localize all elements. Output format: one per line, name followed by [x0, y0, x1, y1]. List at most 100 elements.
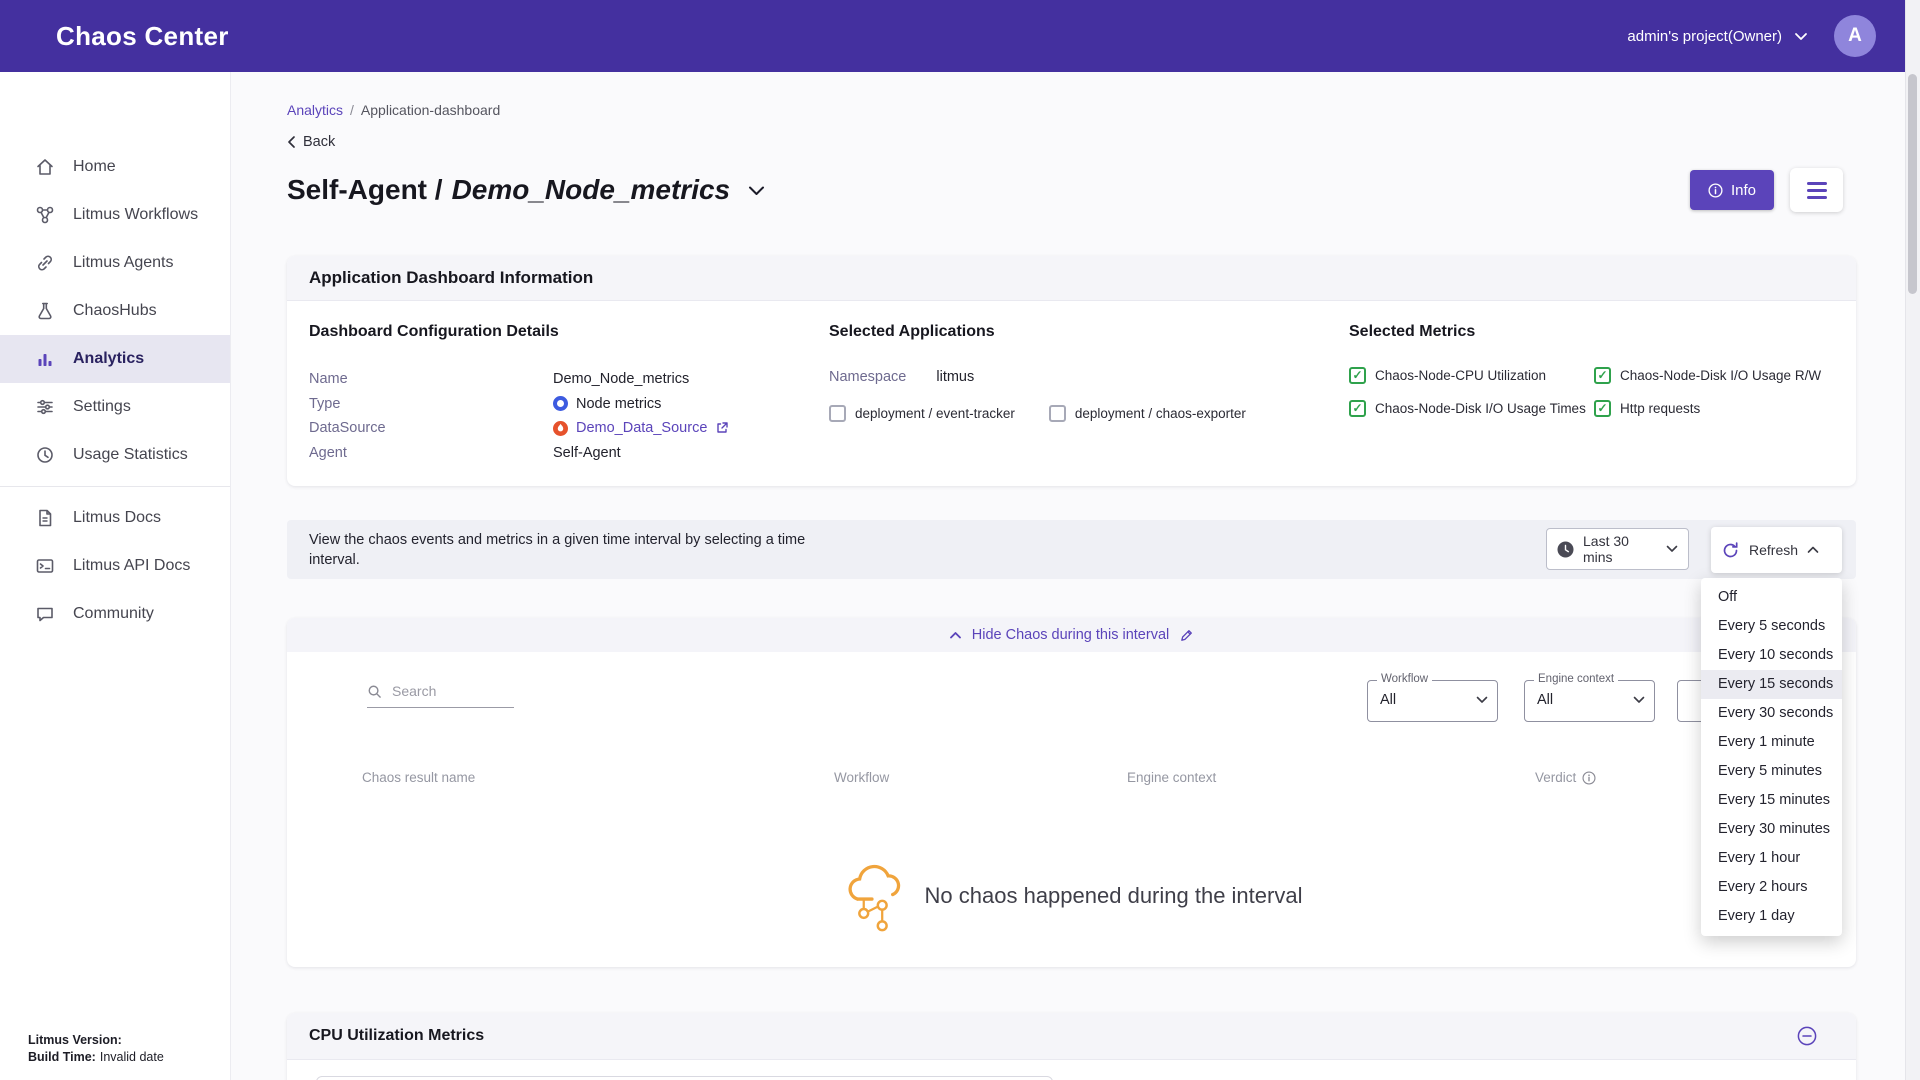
- metrics-heading: Selected Metrics: [1349, 323, 1856, 341]
- datasource-link[interactable]: Demo_Data_Source: [576, 416, 707, 441]
- metric-checkbox-disk-io-times[interactable]: Chaos-Node-Disk I/O Usage Times: [1349, 400, 1594, 417]
- dashboard-switcher-chevron-icon[interactable]: [748, 185, 765, 196]
- time-range-select[interactable]: Last 30 mins: [1546, 528, 1689, 570]
- back-button[interactable]: Back: [287, 134, 335, 150]
- refresh-option-2h[interactable]: Every 2 hours: [1701, 873, 1842, 902]
- workflows-icon: [34, 204, 56, 226]
- metric-checkbox-http-requests[interactable]: Http requests: [1594, 400, 1856, 417]
- filter-value: All: [1537, 692, 1553, 708]
- config-value: Self-Agent: [553, 441, 621, 466]
- checkbox-checked-icon[interactable]: [1349, 400, 1366, 417]
- time-range-value: Last 30 mins: [1583, 533, 1657, 565]
- sidebar-item-litmus-api-docs[interactable]: Litmus API Docs: [0, 542, 230, 590]
- sidebar-item-label: Litmus API Docs: [73, 557, 190, 575]
- sidebar-item-label: Usage Statistics: [73, 446, 188, 464]
- chevron-down-icon: [1476, 696, 1488, 704]
- checkbox-label: Chaos-Node-Disk I/O Usage R/W: [1620, 368, 1821, 383]
- checkbox-checked-icon[interactable]: [1594, 400, 1611, 417]
- applications-heading: Selected Applications: [829, 323, 1349, 341]
- sidebar-item-chaoshubs[interactable]: ChaosHubs: [0, 287, 230, 335]
- dashboard-name: Demo_Node_metrics: [452, 174, 731, 206]
- dashboard-info-title: Application Dashboard Information: [287, 256, 1856, 301]
- app-title: Chaos Center: [56, 21, 229, 52]
- external-link-icon[interactable]: [715, 421, 729, 435]
- chevron-up-icon[interactable]: [949, 631, 962, 640]
- checkbox-checked-icon[interactable]: [1594, 367, 1611, 384]
- checkbox-checked-icon[interactable]: [1349, 367, 1366, 384]
- refresh-option-30s[interactable]: Every 30 seconds: [1701, 699, 1842, 728]
- workflow-filter[interactable]: Workflow All: [1367, 680, 1498, 722]
- avatar[interactable]: A: [1834, 15, 1876, 57]
- refresh-dropdown-trigger[interactable]: Refresh: [1711, 527, 1842, 573]
- minus-circle-icon[interactable]: [1797, 1026, 1817, 1046]
- sidebar-item-litmus-agents[interactable]: Litmus Agents: [0, 239, 230, 287]
- filter-label: Engine context: [1534, 673, 1618, 685]
- info-button[interactable]: Info: [1690, 170, 1774, 210]
- sidebar-item-community[interactable]: Community: [0, 590, 230, 638]
- table-header-engine-context: Engine context: [1127, 770, 1216, 785]
- verdict-info-icon[interactable]: [1582, 771, 1596, 785]
- search-input[interactable]: [390, 682, 504, 700]
- dashboard-options-button[interactable]: [1790, 168, 1843, 212]
- refresh-option-1h[interactable]: Every 1 hour: [1701, 844, 1842, 873]
- api-docs-icon: [34, 555, 56, 577]
- refresh-option-10s[interactable]: Every 10 seconds: [1701, 641, 1842, 670]
- selected-metrics-column: Selected Metrics Chaos-Node-CPU Utilizat…: [1349, 323, 1856, 465]
- checkbox-unchecked-icon[interactable]: [1049, 405, 1066, 422]
- selected-applications-column: Selected Applications Namespace litmus d…: [829, 323, 1349, 465]
- project-selector[interactable]: admin's project(Owner): [1627, 28, 1782, 45]
- config-value: Node metrics: [576, 392, 661, 417]
- sidebar-item-settings[interactable]: Settings: [0, 383, 230, 431]
- sidebar-item-label: Home: [73, 158, 116, 176]
- analytics-icon: [34, 348, 56, 370]
- checkbox-unchecked-icon[interactable]: [829, 405, 846, 422]
- pencil-icon[interactable]: [1179, 628, 1194, 643]
- chaos-table-card: Hide Chaos during this interval Workflow…: [287, 618, 1856, 967]
- chevron-down-icon[interactable]: [1794, 31, 1808, 41]
- sidebar-item-label: Analytics: [73, 350, 144, 368]
- sidebar-item-litmus-docs[interactable]: Litmus Docs: [0, 494, 230, 542]
- chaos-cloud-icon: [841, 856, 907, 936]
- config-label: Name: [309, 367, 553, 392]
- chaoshubs-icon: [34, 300, 56, 322]
- search-icon: [367, 684, 382, 699]
- sidebar-item-usage-statistics[interactable]: Usage Statistics: [0, 431, 230, 479]
- engine-context-filter[interactable]: Engine context All: [1524, 680, 1655, 722]
- refresh-option-30m[interactable]: Every 30 minutes: [1701, 815, 1842, 844]
- chevron-down-icon: [1633, 696, 1645, 704]
- version-label: Litmus Version:: [28, 1032, 164, 1049]
- empty-state: No chaos happened during the interval: [287, 856, 1856, 936]
- sidebar-item-litmus-workflows[interactable]: Litmus Workflows: [0, 191, 230, 239]
- refresh-option-off[interactable]: Off: [1701, 583, 1842, 612]
- dashboard-info-card: Application Dashboard Information Dashbo…: [287, 256, 1856, 486]
- config-label: DataSource: [309, 416, 553, 441]
- refresh-option-15m[interactable]: Every 15 minutes: [1701, 786, 1842, 815]
- scrollbar-thumb[interactable]: [1908, 74, 1917, 294]
- config-label: Type: [309, 392, 553, 417]
- search-field[interactable]: [367, 682, 514, 708]
- config-row-type: Type Node metrics: [309, 392, 829, 417]
- sidebar-item-home[interactable]: Home: [0, 143, 230, 191]
- breadcrumb-analytics[interactable]: Analytics: [287, 102, 343, 118]
- refresh-option-1d[interactable]: Every 1 day: [1701, 902, 1842, 931]
- refresh-label: Refresh: [1749, 542, 1798, 558]
- refresh-option-5s[interactable]: Every 5 seconds: [1701, 612, 1842, 641]
- refresh-option-1m[interactable]: Every 1 minute: [1701, 728, 1842, 757]
- metric-checkbox-cpu-utilization[interactable]: Chaos-Node-CPU Utilization: [1349, 367, 1594, 384]
- application-checkbox-event-tracker[interactable]: deployment / event-tracker: [829, 405, 1015, 422]
- metric-checkbox-disk-io-rw[interactable]: Chaos-Node-Disk I/O Usage R/W: [1594, 367, 1856, 384]
- agent-name: Self-Agent /: [287, 174, 443, 206]
- cpu-metrics-title: CPU Utilization Metrics: [309, 1027, 484, 1045]
- hide-chaos-toggle[interactable]: Hide Chaos during this interval: [972, 627, 1169, 643]
- checkbox-label: Http requests: [1620, 401, 1700, 416]
- refresh-option-5m[interactable]: Every 5 minutes: [1701, 757, 1842, 786]
- top-bar: Chaos Center admin's project(Owner) A: [0, 0, 1920, 72]
- sidebar-item-analytics[interactable]: Analytics: [0, 335, 230, 383]
- interval-bar: View the chaos events and metrics in a g…: [287, 520, 1856, 579]
- filter-label: Workflow: [1377, 673, 1432, 685]
- page-title: Self-Agent / Demo_Node_metrics: [287, 174, 730, 206]
- refresh-option-15s-selected[interactable]: Every 15 seconds: [1701, 670, 1842, 699]
- refresh-icon[interactable]: [1721, 541, 1740, 560]
- vertical-scrollbar[interactable]: [1905, 0, 1920, 1080]
- application-checkbox-chaos-exporter[interactable]: deployment / chaos-exporter: [1049, 405, 1246, 422]
